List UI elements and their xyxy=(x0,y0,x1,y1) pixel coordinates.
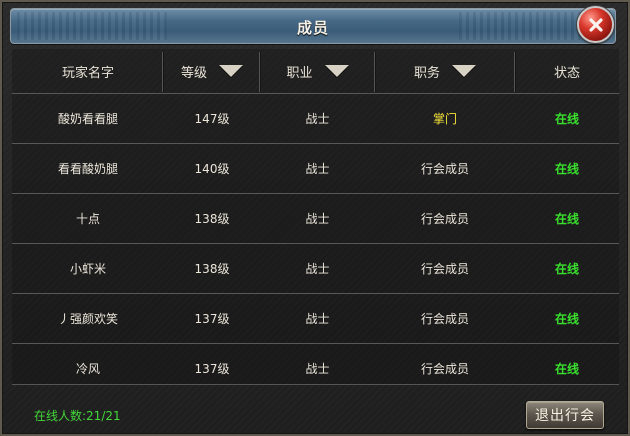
member-level: 137级 xyxy=(194,312,230,326)
sort-down-icon xyxy=(324,65,349,77)
close-button[interactable] xyxy=(577,6,614,43)
header-status: 状态 xyxy=(515,49,619,93)
member-status: 在线 xyxy=(554,312,579,326)
header-player-name: 玩家名字 xyxy=(12,49,164,93)
window-title: 成员 xyxy=(296,19,329,37)
member-status: 在线 xyxy=(554,362,579,376)
member-level: 138级 xyxy=(194,262,230,276)
member-name: 丿强颜欢笑 xyxy=(57,312,118,326)
header-label: 状态 xyxy=(553,65,580,81)
member-level: 137级 xyxy=(194,362,230,376)
member-level: 147级 xyxy=(194,112,230,126)
member-name: 酸奶看看腿 xyxy=(57,112,118,126)
member-name: 看看酸奶腿 xyxy=(57,162,118,176)
member-job: 战士 xyxy=(305,162,330,176)
header-job-sort[interactable]: 职业 xyxy=(260,49,375,93)
member-duty: 行会成员 xyxy=(420,212,469,226)
member-job: 战士 xyxy=(305,362,330,376)
member-name: 小虾米 xyxy=(69,262,106,276)
header-label: 等级 xyxy=(180,65,207,81)
member-duty: 行会成员 xyxy=(420,262,469,276)
header-duty-sort[interactable]: 职务 xyxy=(375,49,515,93)
table-row[interactable]: 冷风 137级 战士 行会成员 在线 xyxy=(12,343,619,393)
member-level: 140级 xyxy=(194,162,230,176)
member-duty: 行会成员 xyxy=(420,362,469,376)
member-status: 在线 xyxy=(554,212,579,226)
header-label: 职务 xyxy=(413,65,440,81)
title-bar: 成员 xyxy=(10,8,616,44)
leave-guild-button[interactable]: 退出行会 xyxy=(526,401,604,429)
member-duty: 行会成员 xyxy=(420,312,469,326)
member-rows: 酸奶看看腿 147级 战士 掌门 在线 看看酸奶腿 140级 战士 行会成员 在… xyxy=(12,93,619,393)
member-level: 138级 xyxy=(194,212,230,226)
member-duty: 行会成员 xyxy=(420,162,469,176)
member-status: 在线 xyxy=(554,112,579,126)
header-label: 职业 xyxy=(286,65,313,81)
member-name: 十点 xyxy=(75,212,100,226)
member-duty: 掌门 xyxy=(432,112,457,126)
member-job: 战士 xyxy=(305,262,330,276)
table-row[interactable]: 看看酸奶腿 140级 战士 行会成员 在线 xyxy=(12,143,619,193)
online-count-label: 在线人数:21/21 xyxy=(34,409,121,423)
table-row[interactable]: 十点 138级 战士 行会成员 在线 xyxy=(12,193,619,243)
header-level-sort[interactable]: 等级 xyxy=(164,49,260,93)
sort-down-icon xyxy=(452,65,476,77)
table-bottom-divider xyxy=(12,384,619,385)
member-status: 在线 xyxy=(554,162,579,176)
header-label: 玩家名字 xyxy=(61,65,114,81)
member-name: 冷风 xyxy=(75,362,100,376)
table-row[interactable]: 酸奶看看腿 147级 战士 掌门 在线 xyxy=(12,93,619,143)
member-job: 战士 xyxy=(305,112,330,126)
member-job: 战士 xyxy=(305,212,330,226)
member-job: 战士 xyxy=(305,312,330,326)
guild-members-window: 成员 玩家名字 等级 职业 职务 状态 酸奶看看腿 147级 战士 掌门 在线 … xyxy=(0,0,630,436)
close-icon xyxy=(588,17,603,32)
table-header: 玩家名字 等级 职业 职务 状态 xyxy=(12,49,619,94)
table-row[interactable]: 丿强颜欢笑 137级 战士 行会成员 在线 xyxy=(12,293,619,343)
sort-down-icon xyxy=(219,65,243,77)
member-table: 玩家名字 等级 职业 职务 状态 酸奶看看腿 147级 战士 掌门 在线 看看酸… xyxy=(12,49,619,384)
member-status: 在线 xyxy=(554,262,579,276)
table-row[interactable]: 小虾米 138级 战士 行会成员 在线 xyxy=(12,243,619,293)
